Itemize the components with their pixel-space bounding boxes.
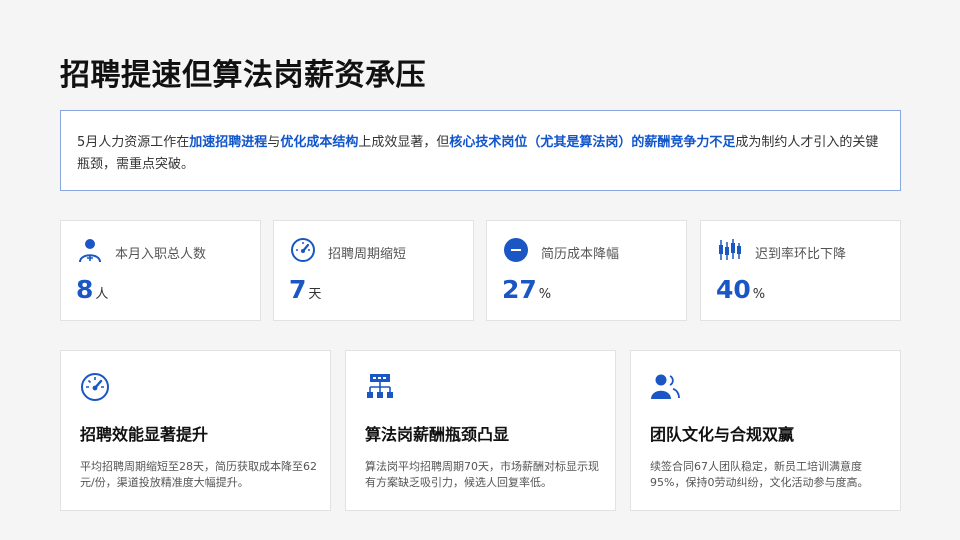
stat-value: 8人: [76, 275, 109, 304]
summary-text: 与: [267, 135, 281, 150]
stat-value: 27%: [502, 275, 552, 304]
stat-label: 简历成本降幅: [541, 247, 620, 262]
card-algorithm-salary: 算法岗薪酬瓶颈凸显 算法岗平均招聘周期70天，市场薪酬对标显示现有方案缺乏吸引力…: [345, 350, 616, 511]
stat-label: 迟到率环比下降: [755, 247, 847, 262]
summary-text: 5月人力资源工作在: [77, 135, 190, 150]
summary-box: 5月人力资源工作在加速招聘进程与优化成本结构上成效显著，但核心技术岗位（尤其是算…: [60, 110, 901, 191]
stat-card-late-rate: 迟到率环比下降 40%: [700, 220, 901, 321]
user-add-icon: [79, 239, 101, 263]
page-title: 招聘提速但算法岗薪资承压: [60, 58, 426, 93]
org-chart-icon: [367, 374, 393, 398]
card-title: 算法岗薪酬瓶颈凸显: [365, 425, 510, 444]
team-icon: [651, 374, 680, 399]
stat-value: 40%: [716, 275, 766, 304]
stat-value: 7天: [289, 275, 322, 304]
stat-label: 招聘周期缩短: [328, 247, 407, 262]
candlestick-icon: [719, 239, 741, 260]
stat-card-cycle: 招聘周期缩短 7天: [273, 220, 474, 321]
summary-text: 上成效显著，但: [358, 135, 450, 150]
card-recruiting-efficiency: 招聘效能显著提升 平均招聘周期缩短至28天，简历获取成本降至62元/份，渠道投放…: [60, 350, 331, 511]
card-title: 招聘效能显著提升: [80, 425, 209, 444]
card-title: 团队文化与合规双赢: [650, 425, 795, 444]
speedometer-icon: [81, 373, 109, 401]
summary-highlight: 优化成本结构: [280, 135, 359, 150]
speedometer-icon: [291, 238, 315, 262]
summary-highlight: 核心技术岗位（尤其是算法岗）的薪酬竞争力不足: [449, 135, 736, 150]
minus-circle-icon: [504, 238, 528, 262]
card-team-culture: 团队文化与合规双赢 续签合同67人团队稳定，新员工培训满意度95%，保持0劳动纠…: [630, 350, 901, 511]
summary-highlight: 加速招聘进程: [189, 135, 268, 150]
card-description: 算法岗平均招聘周期70天，市场薪酬对标显示现有方案缺乏吸引力，候选人回复率低。: [365, 460, 599, 489]
stat-label: 本月入职总人数: [115, 247, 207, 262]
stat-card-hires: 本月入职总人数 8人: [60, 220, 261, 321]
stat-card-resume-cost: 简历成本降幅 27%: [486, 220, 687, 321]
card-description: 续签合同67人团队稳定，新员工培训满意度95%，保持0劳动纠纷，文化活动参与度高…: [650, 460, 869, 489]
card-description: 平均招聘周期缩短至28天，简历获取成本降至62元/份，渠道投放精准度大幅提升。: [80, 460, 317, 489]
